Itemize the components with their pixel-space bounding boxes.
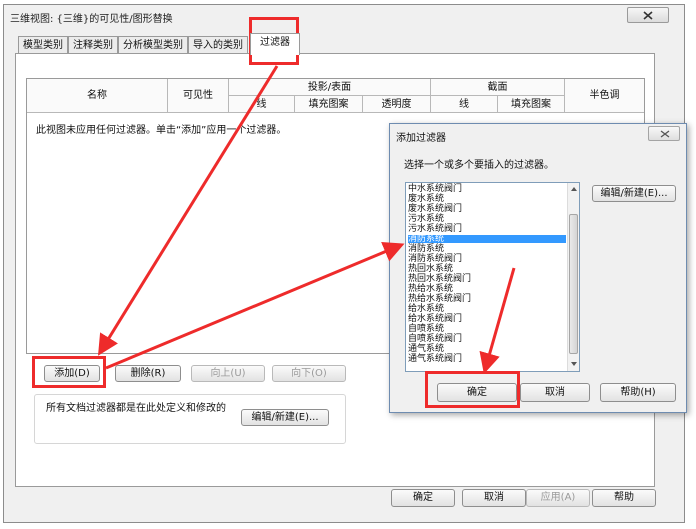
arrow-add-to-list [105, 242, 405, 370]
arrow-to-dialog-ok [479, 267, 516, 374]
tab-filters[interactable]: 过滤器 [250, 33, 300, 55]
annotation-arrows [98, 65, 516, 374]
arrow-tab-to-add [98, 65, 279, 356]
